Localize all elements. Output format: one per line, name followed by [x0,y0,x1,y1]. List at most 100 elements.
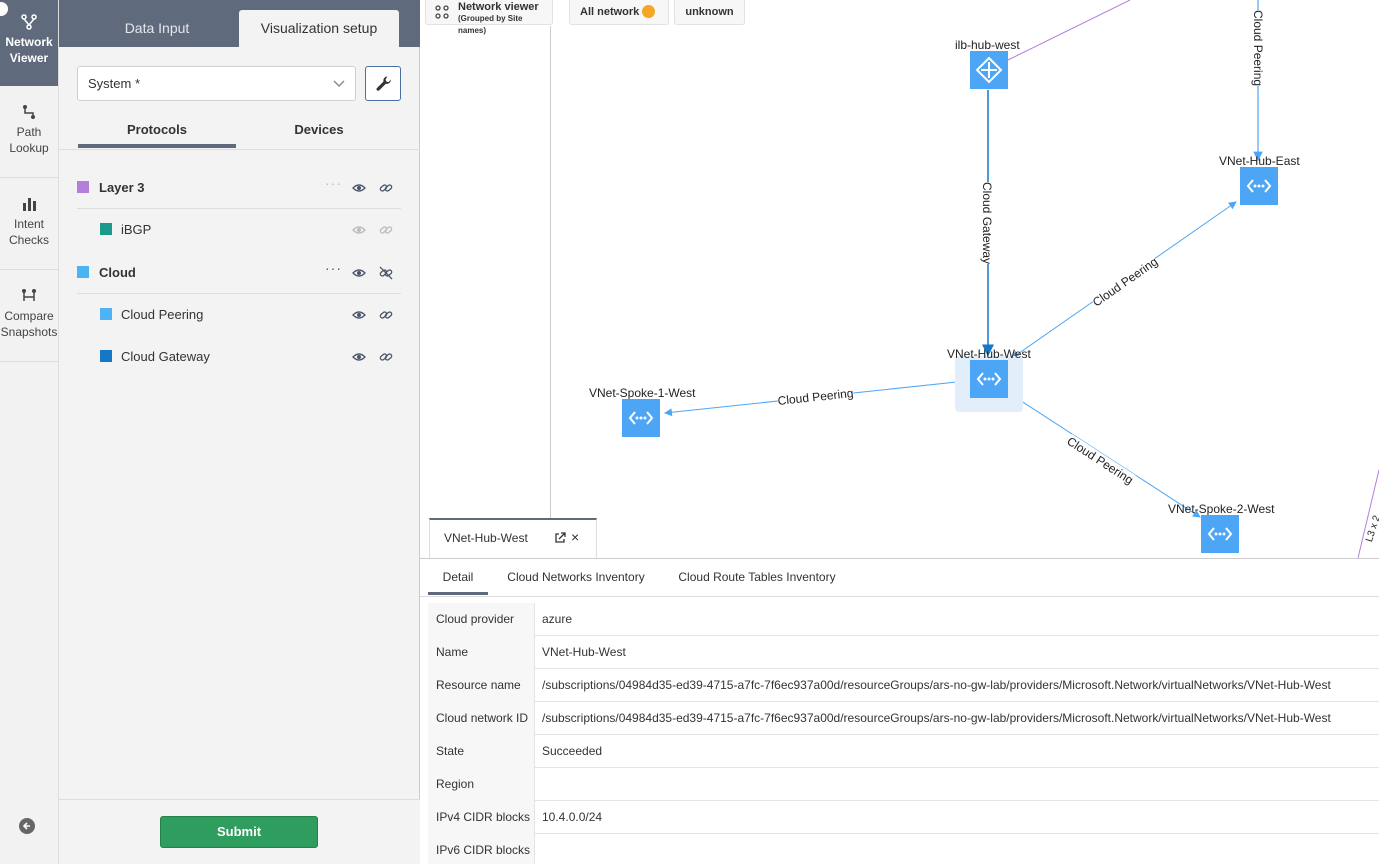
protocol-row-ibgp: iBGP [77,209,401,251]
panel-footer: Submit [59,799,420,864]
bar-chart-icon [23,198,36,211]
detail-panel: Detail Cloud Networks Inventory Cloud Ro… [420,558,1379,864]
network-canvas[interactable]: Network viewer (Grouped by Site names) A… [420,0,1379,558]
node-label: VNet-Hub-East [1219,154,1300,168]
detail-row: IPv6 CIDR blocks [428,834,1379,864]
detail-row: State Succeeded [428,735,1379,768]
detail-row: IPv4 CIDR blocks 10.4.0.0/24 [428,801,1379,834]
detail-value: /subscriptions/04984d35-ed39-4715-a7fc-7… [542,711,1331,725]
more-options-icon[interactable]: ··· [325,175,342,191]
rail-path-lookup[interactable]: Path Lookup [0,104,58,156]
protocol-row-layer3: Layer 3 ··· [77,167,401,209]
tab-detail[interactable]: Detail [428,559,488,595]
link-icon[interactable] [379,181,393,195]
vnet-icon [1246,179,1272,193]
tab-devices[interactable]: Devices [240,122,398,148]
tab-visualization-setup[interactable]: Visualization setup [239,10,399,47]
detail-value: Succeeded [542,744,603,758]
detail-key: State [428,735,534,768]
edge-label: Cloud Gateway [980,182,994,265]
eye-icon[interactable] [352,308,366,322]
rail-label: Checks [8,233,49,247]
eye-icon [642,4,656,18]
chip-label: All network [580,6,640,18]
group-divider [550,26,551,518]
edge-layer3[interactable] [1007,0,1131,61]
detail-key: Resource name [428,669,534,702]
rail-intent-checks[interactable]: Intent Checks [0,196,58,248]
tab-protocols[interactable]: Protocols [78,122,236,148]
chevron-down-icon [333,80,345,87]
nav-rail: Network Viewer Path Lookup Intent Checks… [0,0,59,864]
load-balancer-icon [975,56,1003,84]
tab-cloud-networks-inventory[interactable]: Cloud Networks Inventory [500,559,652,595]
rail-label: Viewer [9,51,49,65]
protocol-label: Cloud Peering [121,307,204,322]
divider [59,149,420,150]
detail-key: Cloud provider [428,603,534,636]
load-balancer-node[interactable] [970,51,1008,89]
submit-button[interactable]: Submit [160,816,318,848]
detail-row: Region [428,768,1379,801]
protocol-row-cloud: Cloud ··· [77,252,401,294]
eye-icon[interactable] [352,350,366,364]
eye-icon[interactable] [352,266,366,280]
tab-cloud-route-tables-inventory[interactable]: Cloud Route Tables Inventory [670,559,844,595]
wrench-icon [376,76,391,91]
detail-row: Cloud provider azure [428,603,1379,636]
vnet-node[interactable] [622,399,660,437]
detail-key: IPv4 CIDR blocks [428,801,534,834]
unlink-icon[interactable] [379,266,393,280]
eye-icon[interactable] [352,223,366,237]
compare-icon [22,289,36,301]
collapse-left-icon[interactable] [18,817,36,835]
detail-key: Cloud network ID [428,702,534,735]
rail-compare-snapshots[interactable]: Compare Snapshots [0,288,58,340]
divider [534,735,535,768]
rail-network-viewer[interactable]: Network Viewer [0,0,58,86]
protocol-label: Cloud Gateway [121,349,210,364]
rail-label: Intent [13,217,45,231]
close-icon[interactable]: × [571,529,579,545]
vnet-node[interactable] [1201,515,1239,553]
detail-tab-title: VNet-Hub-West [444,531,528,545]
divider [0,177,58,178]
unknown-chip[interactable]: unknown [674,0,745,25]
color-swatch [77,266,89,278]
detail-value: 10.4.0.0/24 [542,810,603,824]
protocol-label: Layer 3 [99,180,145,195]
node-label: VNet-Spoke-1-West [589,386,696,400]
vnet-icon [628,411,654,425]
network-viewer-chip[interactable]: Network viewer (Grouped by Site names) [425,0,553,35]
rail-label: Network [5,35,53,49]
link-icon[interactable] [379,308,393,322]
color-swatch [100,223,112,235]
detail-value: /subscriptions/04984d35-ed39-4715-a7fc-7… [542,678,1331,692]
eye-icon[interactable] [352,181,366,195]
detail-row: Name VNet-Hub-West [428,636,1379,669]
rail-label: Snapshots [0,325,58,339]
protocol-row-cloud-gateway: Cloud Gateway [77,336,401,378]
chip-title: Network viewer [458,1,539,13]
vnet-icon [976,372,1002,386]
chip-subtitle: (Grouped by Site names) [458,14,523,35]
rail-label: Path [16,125,42,139]
vnet-node[interactable] [1240,167,1278,205]
divider [0,361,58,362]
link-icon[interactable] [379,350,393,364]
edge-label: Cloud Peering [1251,10,1265,87]
system-select[interactable]: System * [77,66,356,101]
divider [534,768,535,801]
link-icon[interactable] [379,223,393,237]
detail-tab[interactable]: VNet-Hub-West × [429,518,597,558]
system-select-value: System * [88,76,141,91]
edge-layer3[interactable] [1357,469,1379,558]
external-link-icon[interactable] [554,532,566,544]
more-options-icon[interactable]: ··· [325,260,342,276]
settings-button[interactable] [365,66,401,101]
all-network-chip[interactable]: All network [569,0,669,25]
vnet-node[interactable] [970,360,1008,398]
protocol-label: iBGP [121,222,152,237]
tab-data-input[interactable]: Data Input [77,10,237,47]
panel-tabs: Data Input Visualization setup [59,0,420,47]
